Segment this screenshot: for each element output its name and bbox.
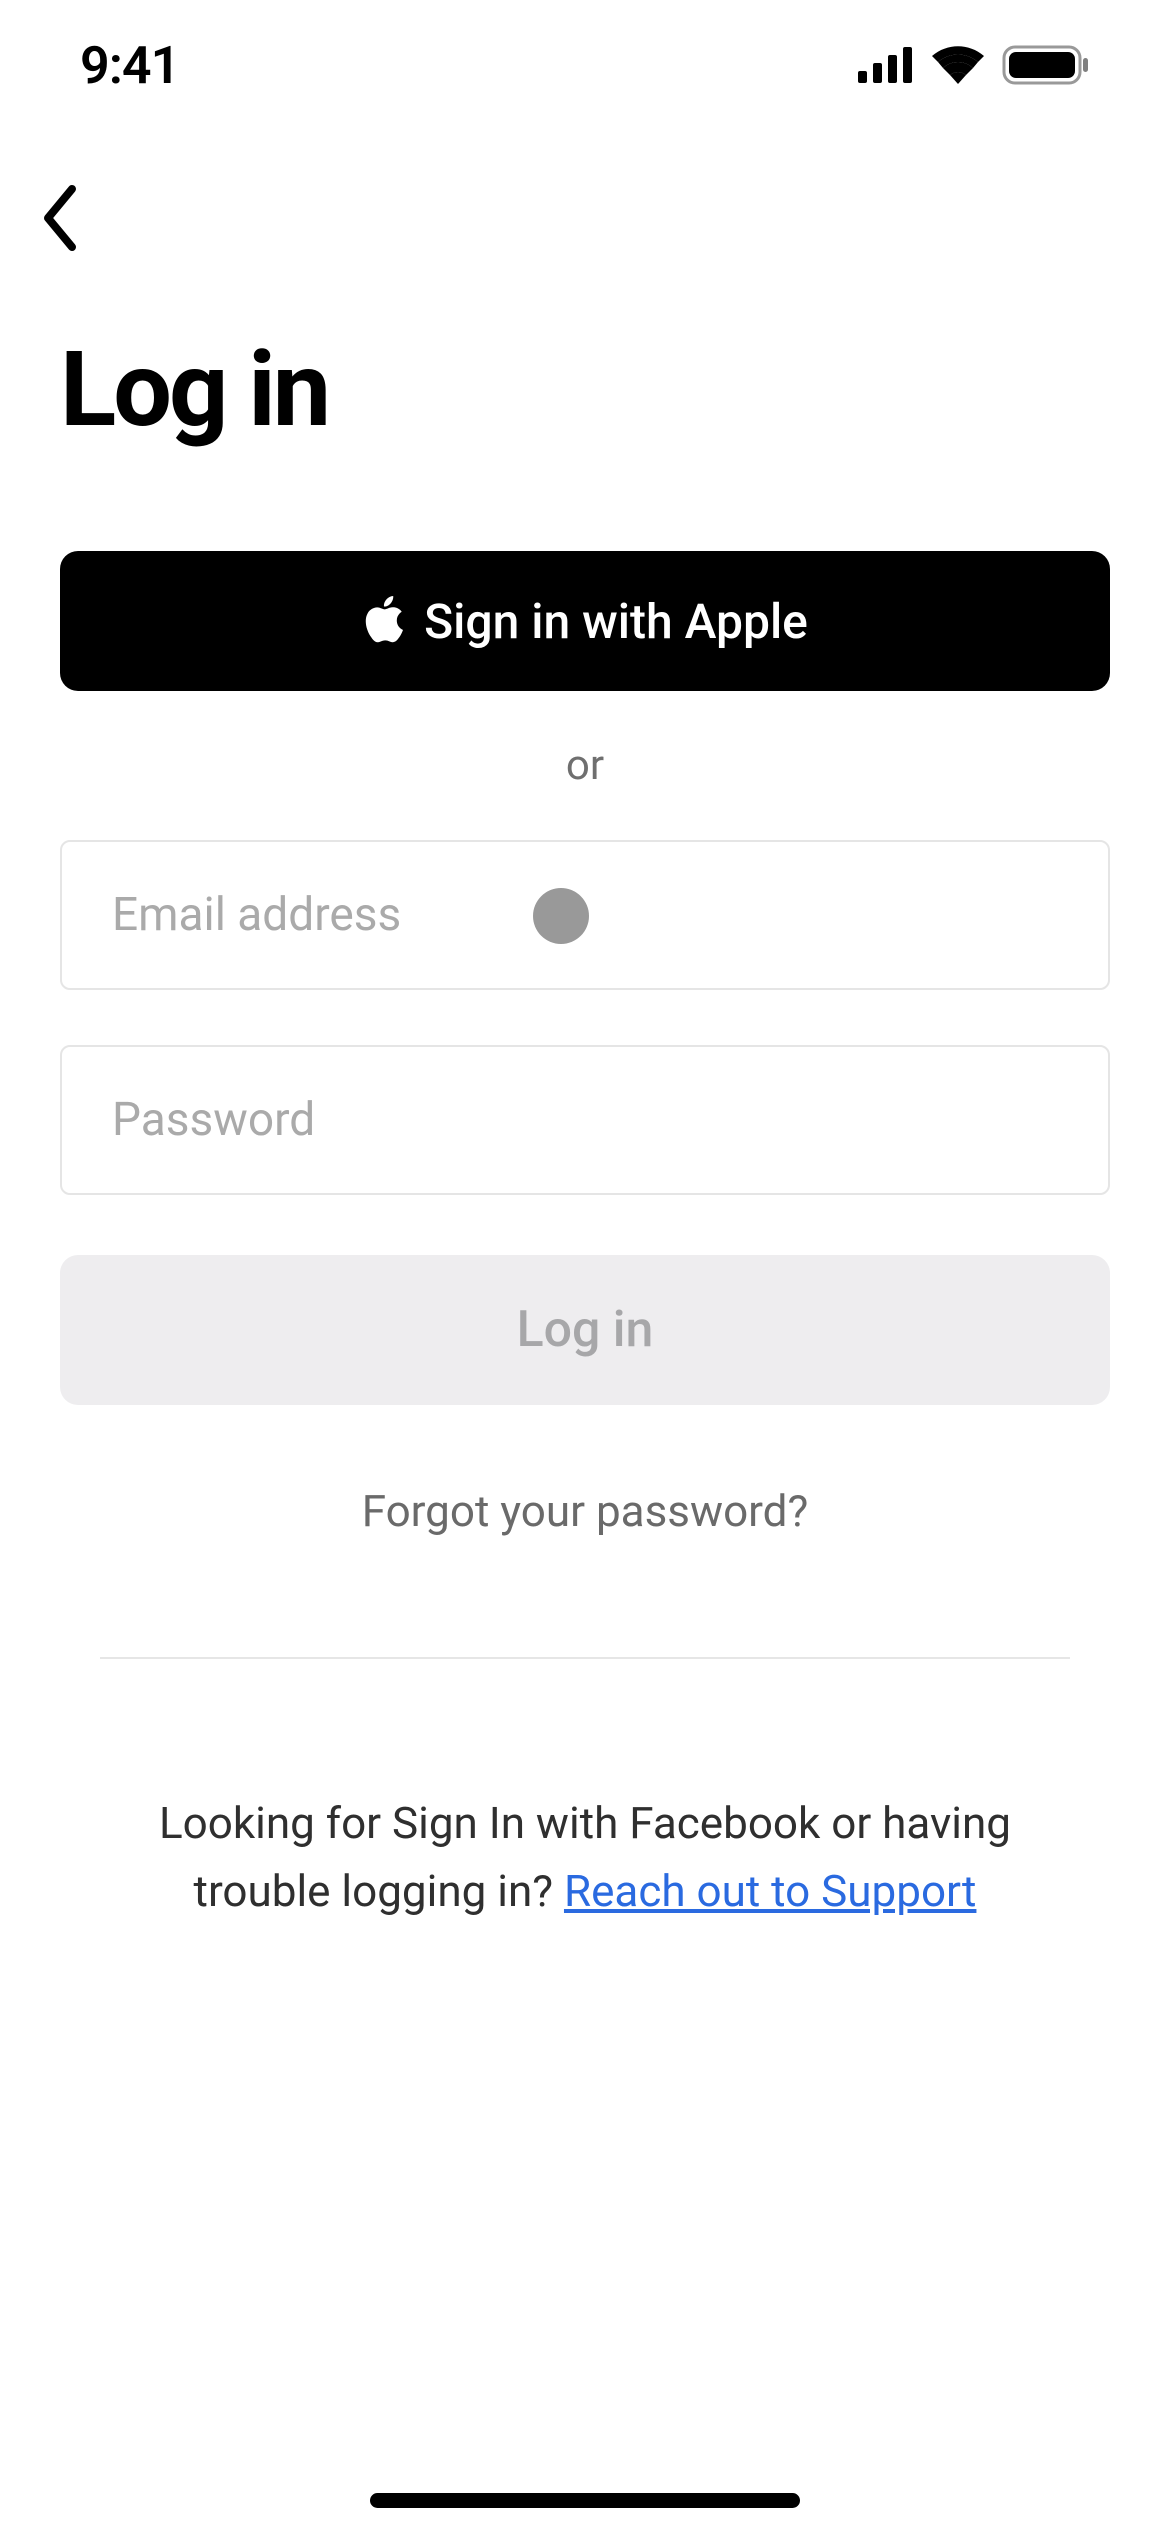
main-content: Log in Sign in with Apple or Log in Forg… <box>0 330 1170 1925</box>
status-bar: 9:41 <box>0 0 1170 130</box>
back-button[interactable] <box>40 180 120 260</box>
battery-icon <box>1002 45 1090 85</box>
wifi-icon <box>932 46 984 84</box>
apple-logo-icon <box>362 594 404 648</box>
status-icons <box>858 45 1090 85</box>
status-time: 9:41 <box>80 35 179 96</box>
section-divider <box>100 1657 1070 1659</box>
apple-signin-label: Sign in with Apple <box>424 593 808 650</box>
chevron-left-icon <box>40 183 80 257</box>
support-link[interactable]: Reach out to Support <box>564 1865 976 1917</box>
help-text: Looking for Sign In with Facebook or hav… <box>60 1789 1110 1925</box>
password-input[interactable] <box>60 1045 1110 1195</box>
apple-signin-button[interactable]: Sign in with Apple <box>60 551 1110 691</box>
page-title: Log in <box>60 330 1110 451</box>
divider-text: or <box>60 741 1110 790</box>
nav-bar <box>0 130 1170 260</box>
email-input[interactable] <box>60 840 1110 990</box>
login-button[interactable]: Log in <box>60 1255 1110 1405</box>
home-indicator[interactable] <box>370 2493 800 2508</box>
forgot-password-link[interactable]: Forgot your password? <box>60 1485 1110 1537</box>
cellular-signal-icon <box>858 47 914 83</box>
